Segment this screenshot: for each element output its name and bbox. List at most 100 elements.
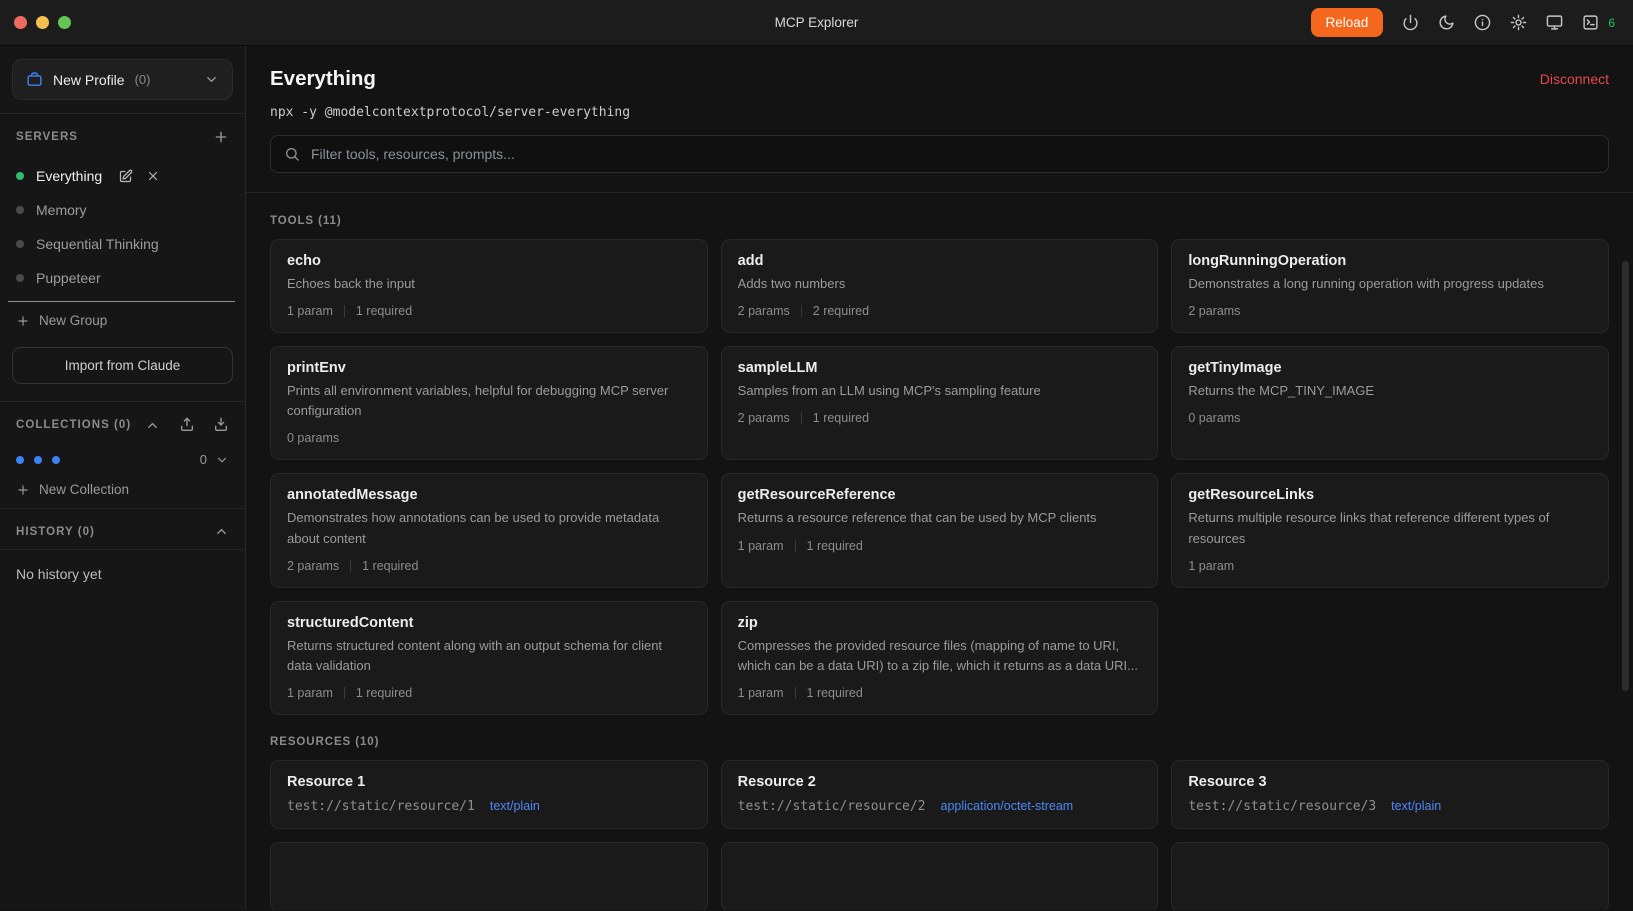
tool-params-count: 1 param <box>738 539 784 553</box>
tool-required-count: 1 required <box>807 686 863 700</box>
window-close-button[interactable] <box>14 16 27 29</box>
tool-description: Returns a resource reference that can be… <box>738 508 1142 528</box>
resource-mime-type-link[interactable]: application/octet-stream <box>941 799 1074 813</box>
tool-description: Returns multiple resource links that ref… <box>1188 508 1592 548</box>
resource-card[interactable] <box>721 842 1159 910</box>
resource-mime-type-link[interactable]: text/plain <box>1391 799 1441 813</box>
tool-card[interactable]: annotatedMessage Demonstrates how annota… <box>270 473 708 587</box>
remove-server-icon[interactable] <box>146 169 160 184</box>
tool-card[interactable]: getResourceLinks Returns multiple resour… <box>1171 473 1609 587</box>
sidebar: New Profile (0) SERVERS Everything <box>0 46 246 910</box>
tool-name: getTinyImage <box>1188 360 1592 376</box>
resource-name: Resource 3 <box>1188 774 1592 790</box>
resource-card[interactable] <box>1171 842 1609 910</box>
collection-count: 0 <box>200 452 207 467</box>
profile-selector[interactable]: New Profile (0) <box>12 59 233 100</box>
edit-server-icon[interactable] <box>118 169 133 184</box>
tool-required-count: 2 required <box>813 304 869 318</box>
tool-description: Samples from an LLM using MCP's sampling… <box>738 381 1142 401</box>
terminal-count-badge: 6 <box>1608 16 1615 30</box>
tool-params-count: 0 params <box>287 431 339 445</box>
terminal-icon[interactable] <box>1582 14 1599 31</box>
new-group-button[interactable]: New Group <box>0 302 245 339</box>
tool-meta: 1 param 1 required <box>287 304 691 318</box>
dark-mode-moon-icon[interactable] <box>1438 14 1455 31</box>
tool-card[interactable]: getTinyImage Returns the MCP_TINY_IMAGE … <box>1171 346 1609 460</box>
collection-color-row: 0 <box>0 443 245 471</box>
tool-description: Returns structured content along with an… <box>287 636 691 676</box>
tool-card[interactable]: zip Compresses the provided resource fil… <box>721 601 1159 715</box>
scrollbar-thumb[interactable] <box>1622 261 1629 691</box>
tool-name: annotatedMessage <box>287 487 691 503</box>
tool-required-count: 1 required <box>813 411 869 425</box>
resource-card[interactable]: Resource 2 test://static/resource/2 appl… <box>721 760 1159 829</box>
reload-button[interactable]: Reload <box>1311 8 1384 37</box>
disconnect-button[interactable]: Disconnect <box>1540 71 1609 87</box>
upload-collections-icon[interactable] <box>179 417 195 433</box>
new-group-label: New Group <box>39 313 107 328</box>
tool-params-count: 2 params <box>738 411 790 425</box>
server-status-dot <box>16 206 24 214</box>
resources-grid: Resource 1 test://static/resource/1 text… <box>270 760 1609 829</box>
collections-label: COLLECTIONS (0) <box>16 419 131 431</box>
tool-params-count: 0 params <box>1188 411 1240 425</box>
window-zoom-button[interactable] <box>58 16 71 29</box>
settings-gear-icon[interactable] <box>1510 14 1527 31</box>
server-item-label: Memory <box>36 202 87 218</box>
add-server-icon[interactable] <box>213 129 229 145</box>
tool-description: Returns the MCP_TINY_IMAGE <box>1188 381 1592 401</box>
servers-label: SERVERS <box>16 131 78 143</box>
tool-card[interactable]: echo Echoes back the input 1 param 1 req… <box>270 239 708 333</box>
server-item-label: Everything <box>36 168 102 184</box>
collections-section-header: COLLECTIONS (0) <box>0 402 245 443</box>
tool-card[interactable]: sampleLLM Samples from an LLM using MCP'… <box>721 346 1159 460</box>
power-icon[interactable] <box>1402 14 1419 31</box>
import-from-claude-button[interactable]: Import from Claude <box>12 347 233 384</box>
collection-count-toggle[interactable]: 0 <box>200 452 229 467</box>
server-item[interactable]: Memory <box>0 193 245 227</box>
history-section-header: HISTORY (0) <box>0 509 245 549</box>
resource-card[interactable]: Resource 1 test://static/resource/1 text… <box>270 760 708 829</box>
server-item[interactable]: Sequential Thinking <box>0 227 245 261</box>
filter-input[interactable] <box>270 135 1609 173</box>
tool-card[interactable]: longRunningOperation Demonstrates a long… <box>1171 239 1609 333</box>
tools-section-label: TOOLS (11) <box>270 215 1609 227</box>
tool-required-count: 1 required <box>356 686 412 700</box>
content-scroll-area[interactable]: TOOLS (11) echo Echoes back the input 1 … <box>246 193 1633 910</box>
info-icon[interactable] <box>1474 14 1491 31</box>
tool-card[interactable]: add Adds two numbers 2 params 2 required <box>721 239 1159 333</box>
download-collections-icon[interactable] <box>213 417 229 433</box>
tool-name: sampleLLM <box>738 360 1142 376</box>
chevron-up-icon[interactable] <box>214 524 229 539</box>
tool-card[interactable]: structuredContent Returns structured con… <box>270 601 708 715</box>
resource-uri: test://static/resource/2 <box>738 799 926 814</box>
server-status-dot <box>16 172 24 180</box>
tool-name: printEnv <box>287 360 691 376</box>
resources-section-label: RESOURCES (10) <box>270 736 1609 748</box>
tool-name: structuredContent <box>287 615 691 631</box>
chevron-up-icon[interactable] <box>145 418 160 433</box>
server-item[interactable]: Everything <box>0 159 245 193</box>
tool-params-count: 1 param <box>738 686 784 700</box>
servers-section-header: SERVERS <box>0 114 245 155</box>
meta-separator <box>795 687 796 699</box>
collection-dot-icon <box>16 456 24 464</box>
resource-name: Resource 2 <box>738 774 1142 790</box>
resource-mime-type-link[interactable]: text/plain <box>490 799 540 813</box>
tool-card[interactable]: printEnv Prints all environment variable… <box>270 346 708 460</box>
chevron-down-icon <box>215 453 229 467</box>
tool-description: Adds two numbers <box>738 274 1142 294</box>
meta-separator <box>350 560 351 572</box>
server-item[interactable]: Puppeteer <box>0 261 245 295</box>
display-monitor-icon[interactable] <box>1546 14 1563 31</box>
tool-card[interactable]: getResourceReference Returns a resource … <box>721 473 1159 587</box>
window-minimize-button[interactable] <box>36 16 49 29</box>
tool-name: zip <box>738 615 1142 631</box>
new-collection-button[interactable]: New Collection <box>0 471 245 508</box>
resource-card[interactable] <box>270 842 708 910</box>
tool-meta: 1 param 1 required <box>738 686 1142 700</box>
tool-name: add <box>738 253 1142 269</box>
page-title: Everything <box>270 67 376 91</box>
chevron-down-icon <box>204 72 219 87</box>
resource-card[interactable]: Resource 3 test://static/resource/3 text… <box>1171 760 1609 829</box>
